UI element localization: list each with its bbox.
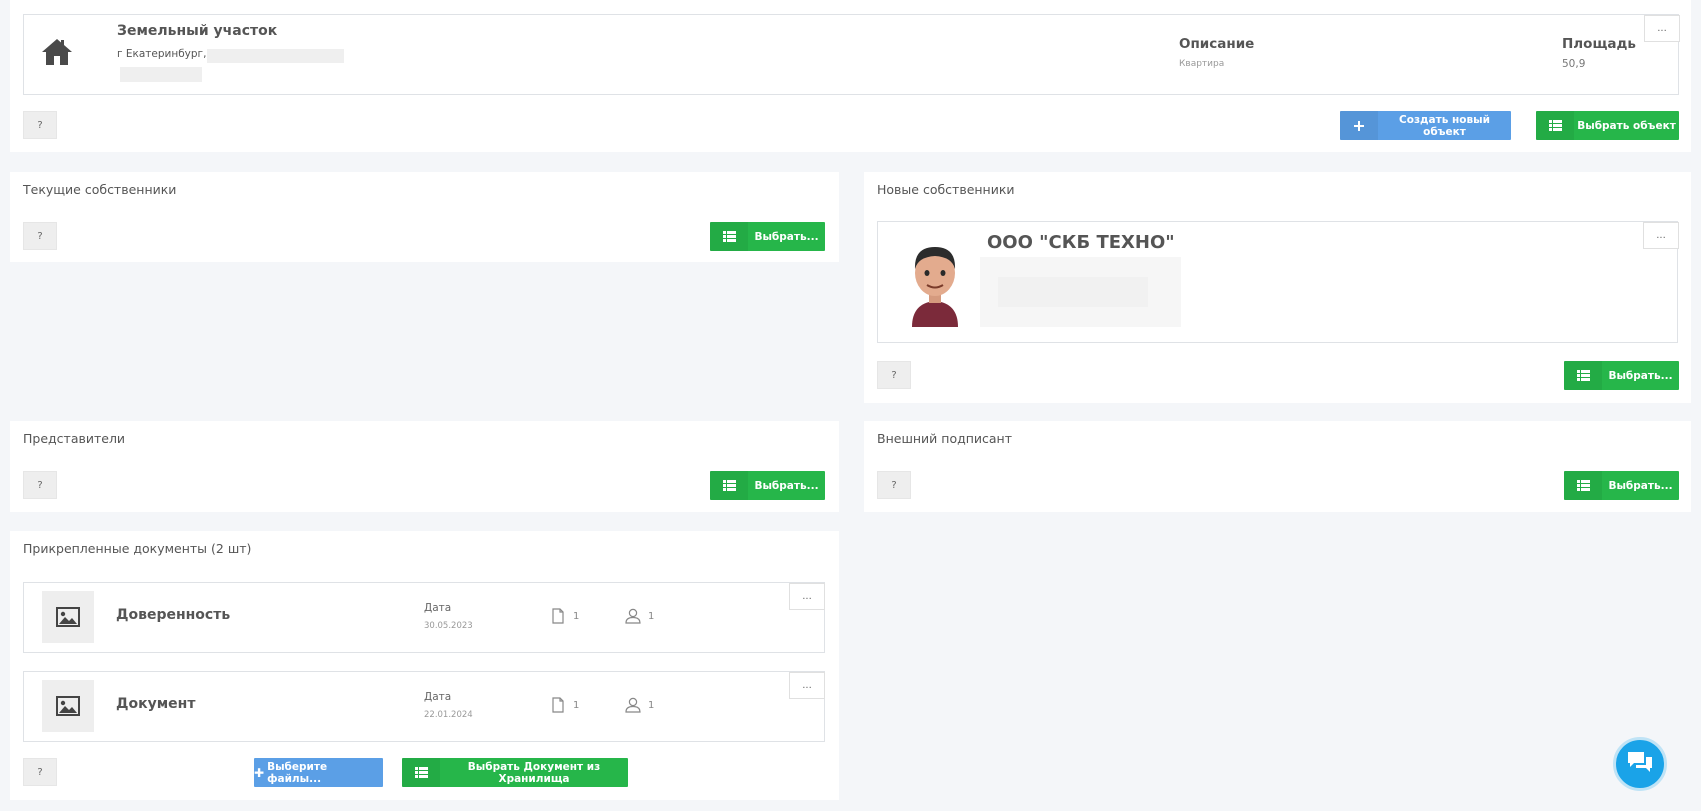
- object-card[interactable]: Земельный участок г Екатеринбург, Описан…: [23, 14, 1680, 95]
- choose-files-label: Выберите файлы...: [267, 760, 328, 785]
- list-icon: [1564, 471, 1602, 500]
- list-icon: [402, 758, 440, 787]
- image-icon: [42, 591, 94, 643]
- document-date: 22.01.2024: [424, 710, 473, 720]
- chat-icon: [1627, 751, 1653, 777]
- create-object-label: Создать новый объект: [1399, 113, 1490, 138]
- new-owners-help-button[interactable]: ?: [877, 361, 911, 389]
- document-more-button[interactable]: ...: [789, 583, 825, 610]
- description-value: Квартира: [1179, 59, 1225, 69]
- user-icon: [625, 608, 641, 628]
- external-signer-panel: Внешний подписант ? Выбрать...: [864, 421, 1691, 512]
- image-icon: [42, 680, 94, 732]
- current-owners-title: Текущие собственники: [23, 182, 177, 197]
- representatives-help-button[interactable]: ?: [23, 471, 57, 499]
- area-label: Площадь: [1562, 36, 1636, 52]
- external-signer-select-label: Выбрать...: [1608, 479, 1673, 492]
- create-object-button[interactable]: Создать новый объект: [1340, 111, 1511, 140]
- avatar: [908, 243, 962, 327]
- current-owners-select-label: Выбрать...: [754, 230, 819, 243]
- redacted-address-2: [120, 67, 202, 82]
- document-item[interactable]: Доверенность Дата 30.05.2023 1 1 ...: [23, 582, 825, 653]
- choose-files-button[interactable]: ✚ Выберите файлы...: [254, 758, 383, 787]
- document-people-count: 1: [648, 611, 655, 622]
- document-item[interactable]: Документ Дата 22.01.2024 1 1 ...: [23, 671, 825, 742]
- external-signer-title: Внешний подписант: [877, 431, 1013, 446]
- plus-icon: [1340, 111, 1378, 140]
- document-file-count: 1: [573, 700, 580, 711]
- list-icon: [710, 471, 748, 500]
- owner-more-button[interactable]: ...: [1643, 222, 1679, 249]
- chat-button[interactable]: [1613, 737, 1667, 791]
- document-name: Доверенность: [116, 607, 231, 623]
- list-icon: [710, 222, 748, 251]
- user-icon: [625, 697, 641, 717]
- current-owners-help-button[interactable]: ?: [23, 222, 57, 250]
- documents-panel: Прикрепленные документы (2 шт) Доверенно…: [10, 531, 839, 800]
- description-label: Описание: [1179, 36, 1255, 52]
- document-people-count: 1: [648, 700, 655, 711]
- file-icon: [552, 608, 564, 628]
- list-icon: [1564, 361, 1602, 390]
- area-value: 50,9: [1562, 58, 1586, 70]
- document-date-label: Дата: [424, 602, 452, 614]
- object-help-button[interactable]: ?: [23, 111, 57, 139]
- document-more-button[interactable]: ...: [789, 672, 825, 699]
- owner-card[interactable]: ООО "СКБ ТЕХНО" ...: [877, 221, 1679, 343]
- representatives-select-label: Выбрать...: [754, 479, 819, 492]
- current-owners-select-button[interactable]: Выбрать...: [710, 222, 825, 251]
- document-name: Документ: [116, 696, 196, 712]
- home-icon: [40, 37, 74, 67]
- object-address: г Екатеринбург,: [117, 48, 207, 60]
- document-file-count: 1: [573, 611, 580, 622]
- plus-icon: ✚: [254, 765, 265, 780]
- object-more-button[interactable]: ...: [1644, 15, 1680, 42]
- redacted-address: [207, 49, 344, 63]
- new-owners-panel: Новые собственники ООО "СКБ ТЕХНО" ... ?…: [864, 172, 1691, 403]
- new-owners-select-button[interactable]: Выбрать...: [1564, 361, 1679, 390]
- choose-from-storage-button[interactable]: Выбрать Документ из Хранилища: [402, 758, 628, 787]
- documents-title: Прикрепленные документы (2 шт): [23, 541, 252, 556]
- choose-from-storage-label: Выбрать Документ из Хранилища: [467, 760, 601, 785]
- external-signer-select-button[interactable]: Выбрать...: [1564, 471, 1679, 500]
- new-owners-title: Новые собственники: [877, 182, 1015, 197]
- documents-help-button[interactable]: ?: [23, 758, 57, 786]
- redacted-owner-details-2: [998, 277, 1148, 307]
- document-date-label: Дата: [424, 691, 452, 703]
- select-object-button[interactable]: Выбрать объект: [1536, 111, 1679, 140]
- list-icon: [1536, 111, 1574, 140]
- representatives-select-button[interactable]: Выбрать...: [710, 471, 825, 500]
- file-icon: [552, 697, 564, 717]
- select-object-label: Выбрать объект: [1577, 119, 1676, 132]
- external-signer-help-button[interactable]: ?: [877, 471, 911, 499]
- representatives-panel: Представители ? Выбрать...: [10, 421, 839, 512]
- object-name: Земельный участок: [117, 23, 278, 39]
- owner-name: ООО "СКБ ТЕХНО": [987, 232, 1175, 253]
- new-owners-select-label: Выбрать...: [1608, 369, 1673, 382]
- object-panel: Земельный участок г Екатеринбург, Описан…: [10, 0, 1691, 152]
- document-date: 30.05.2023: [424, 621, 473, 631]
- representatives-title: Представители: [23, 431, 126, 446]
- current-owners-panel: Текущие собственники ? Выбрать...: [10, 172, 839, 262]
